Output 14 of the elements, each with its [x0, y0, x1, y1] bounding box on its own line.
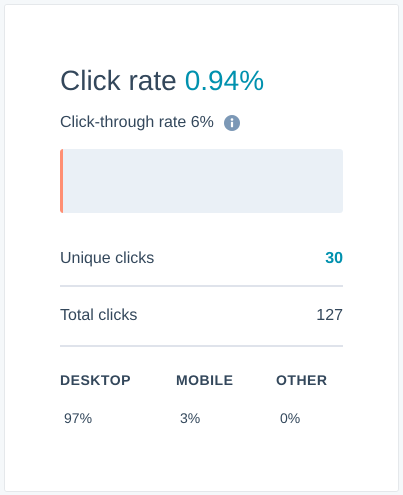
click-rate-value: 0.94% [184, 64, 264, 98]
metric-value: 127 [316, 306, 343, 326]
device-label: OTHER [276, 371, 328, 390]
metric-label: Total clicks [60, 306, 138, 326]
metric-label: Unique clicks [60, 249, 154, 269]
device-label: MOBILE [176, 371, 234, 390]
metric-value: 30 [325, 249, 343, 269]
device-percentage: 0% [279, 409, 300, 428]
device-percentage: 3% [179, 409, 200, 428]
info-icon[interactable] [224, 115, 240, 131]
device-label: DESKTOP [60, 371, 131, 390]
card-title: Click rate [60, 64, 177, 98]
subtitle: Click-through rate 6% [60, 113, 214, 133]
device-percentage: 97% [63, 409, 92, 428]
